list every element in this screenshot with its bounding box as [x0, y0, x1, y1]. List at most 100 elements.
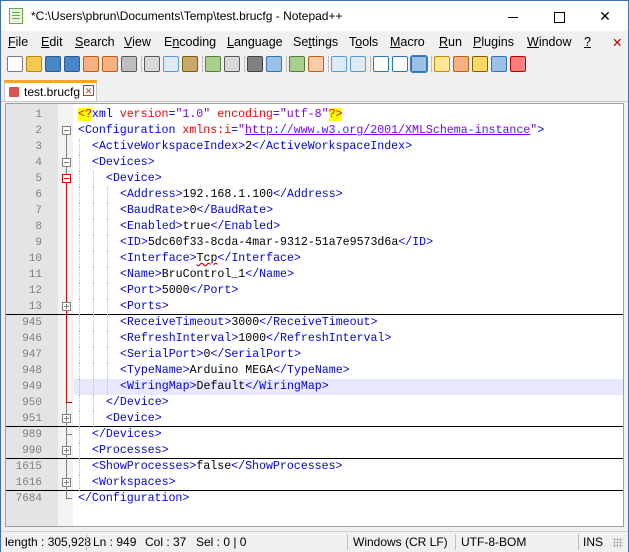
replace-icon[interactable] [266, 56, 282, 72]
status-encoding[interactable]: UTF-8-BOM [461, 535, 526, 549]
indent-guide [93, 315, 95, 331]
editor-line[interactable]: 11 <Name>BruControl_1</Name> [6, 267, 623, 283]
xml-token-tag: </WiringMap> [245, 380, 329, 393]
close-document-icon[interactable]: ✕ [612, 35, 622, 50]
menu-label-part: un [448, 35, 462, 49]
close-window-button[interactable]: ✕ [582, 1, 628, 31]
editor-line[interactable]: 1615 <ShowProcesses>false</ShowProcesses> [6, 459, 623, 475]
editor-line[interactable]: 7 <BaudRate>0</BaudRate> [6, 203, 623, 219]
fold-expand-icon[interactable] [62, 446, 71, 455]
sync-vertical-icon[interactable] [331, 56, 347, 72]
editor-line[interactable]: 990 <Processes> [6, 443, 623, 459]
editor-line[interactable]: 5 <Device> [6, 171, 623, 187]
close-file-icon[interactable] [83, 56, 99, 72]
editor-line[interactable]: 3 <ActiveWorkspaceIndex>2</ActiveWorkspac… [6, 139, 623, 155]
editor-line[interactable]: 1616 <Workspaces> [6, 475, 623, 491]
code-text: <ReceiveTimeout>3000</ReceiveTimeout> [74, 315, 623, 331]
menu-item[interactable]: File [8, 35, 28, 49]
fold-collapse-icon[interactable] [62, 126, 71, 135]
copy-icon[interactable] [163, 56, 179, 72]
menu-item[interactable]: Window [527, 35, 571, 49]
menu-item[interactable]: Encoding [164, 35, 216, 49]
folder-workspace-icon[interactable] [491, 56, 507, 72]
editor-line[interactable]: 948 <TypeName>Arduino MEGA</TypeName> [6, 363, 623, 379]
editor-line[interactable]: 10 <Interface>Tcp</Interface> [6, 251, 623, 267]
line-number: 8 [35, 221, 42, 233]
undo-icon[interactable] [205, 56, 221, 72]
menu-item[interactable]: Run [439, 35, 462, 49]
fold-expand-icon[interactable] [62, 302, 71, 311]
maximize-button[interactable] [536, 1, 582, 31]
editor-line[interactable]: 13 <Ports> [6, 299, 623, 315]
status-eol[interactable]: Windows (CR LF) [353, 535, 448, 549]
indent-guide [79, 219, 81, 235]
xml-token-txt: 3000 [231, 316, 260, 329]
text-editor[interactable]: 1 <?xml version="1.0" encoding="utf-8"?> 2… [5, 103, 624, 527]
xml-token-val: "1.0" [175, 108, 211, 121]
editor-line[interactable]: 949 <WiringMap>Default</WiringMap> [6, 379, 623, 395]
editor-line[interactable]: 947 <SerialPort>0</SerialPort> [6, 347, 623, 363]
indent-guide [93, 219, 95, 235]
fold-expand-icon[interactable] [62, 478, 71, 487]
editor-line[interactable]: 4 <Devices> [6, 155, 623, 171]
editor-line[interactable]: 946 <RefreshInterval>1000</RefreshInterva… [6, 331, 623, 347]
save-icon[interactable] [45, 56, 61, 72]
paste-icon[interactable] [182, 56, 198, 72]
redo-icon[interactable] [224, 56, 240, 72]
line-number: 12 [28, 285, 42, 297]
indent-guide [107, 235, 109, 251]
close-all-icon[interactable] [102, 56, 118, 72]
editor-line[interactable]: 6 <Address>192.168.1.100</Address> [6, 187, 623, 203]
editor-line[interactable]: 945 <ReceiveTimeout>3000</ReceiveTimeout> [6, 315, 623, 331]
save-all-icon[interactable] [64, 56, 80, 72]
menu-item[interactable]: ? [584, 35, 591, 49]
function-list-icon[interactable] [472, 56, 488, 72]
minimize-button[interactable] [490, 1, 536, 31]
editor-line[interactable]: 950 </Device> [6, 395, 623, 411]
indent-guide [107, 187, 109, 203]
status-divider [86, 534, 87, 550]
print-icon[interactable] [121, 56, 137, 72]
xml-token-tag: <Device> [106, 412, 162, 425]
editor-line[interactable]: 12 <Port>5000</Port> [6, 283, 623, 299]
status-insert-mode[interactable]: INS [583, 535, 603, 549]
menu-item[interactable]: Search [75, 35, 115, 49]
xml-token-tag: </SerialPort> [210, 348, 301, 361]
fold-expand-icon[interactable] [62, 414, 71, 423]
editor-line[interactable]: 989 </Devices> [6, 427, 623, 443]
menu-item[interactable]: Macro [390, 35, 425, 49]
menu-item[interactable]: Language [227, 35, 283, 49]
indent-guide [79, 411, 81, 427]
fold-collapse-icon[interactable] [62, 174, 71, 183]
user-defined-lang-icon[interactable] [434, 56, 450, 72]
editor-line[interactable]: 2 <Configuration xmlns:i="http://www.w3.o… [6, 123, 623, 139]
editor-line[interactable]: 7684 </Configuration> [6, 491, 623, 507]
indent-guide-icon[interactable] [410, 55, 428, 73]
open-file-icon[interactable] [26, 56, 42, 72]
zoom-out-icon[interactable] [308, 56, 324, 72]
editor-line[interactable]: 9 <ID>5dc60f33-8cda-4mar-9312-51a7e9573d6… [6, 235, 623, 251]
tab-close-icon[interactable]: ✕ [83, 85, 94, 96]
editor-line[interactable]: 951 <Device> [6, 411, 623, 427]
resize-grip-icon[interactable] [613, 538, 623, 548]
zoom-in-icon[interactable] [289, 56, 305, 72]
monitoring-icon[interactable] [510, 56, 526, 72]
menu-item[interactable]: View [124, 35, 151, 49]
fold-collapse-icon[interactable] [62, 158, 71, 167]
menu-item[interactable]: Edit [41, 35, 63, 49]
editor-line[interactable]: 1 <?xml version="1.0" encoding="utf-8"?> [6, 107, 623, 123]
title-bar[interactable]: *C:\Users\pbrun\Documents\Temp\test.bruc… [1, 1, 628, 31]
new-file-icon[interactable] [7, 56, 23, 72]
show-all-chars-icon[interactable] [392, 56, 408, 72]
menu-item[interactable]: Settings [293, 35, 338, 49]
tab-test-brucfg[interactable]: test.brucfg ✕ [4, 80, 97, 101]
doc-map-icon[interactable] [453, 56, 469, 72]
menu-item[interactable]: Tools [349, 35, 378, 49]
sync-horizontal-icon[interactable] [350, 56, 366, 72]
find-icon[interactable] [247, 56, 263, 72]
word-wrap-icon[interactable] [373, 56, 389, 72]
editor-line[interactable]: 8 <Enabled>true</Enabled> [6, 219, 623, 235]
cut-icon[interactable] [144, 56, 160, 72]
menu-item[interactable]: Plugins [473, 35, 514, 49]
toolbar-separator [244, 56, 245, 72]
